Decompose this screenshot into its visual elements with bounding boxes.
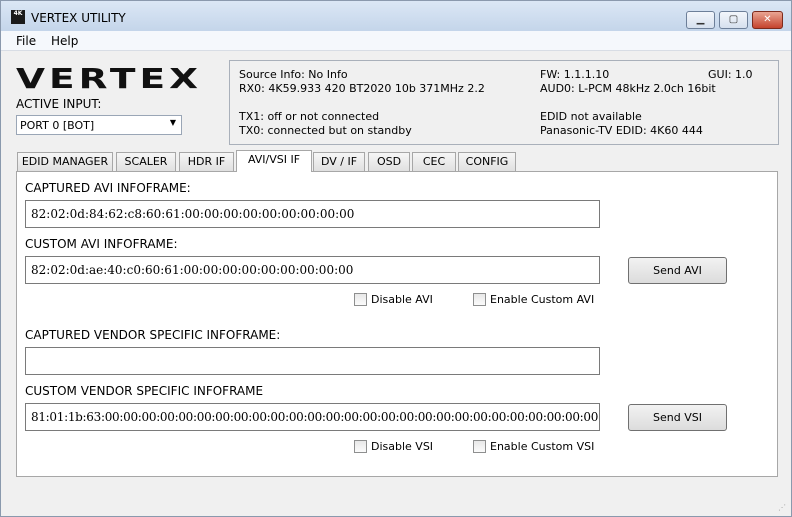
send-avi-button[interactable]: Send AVI xyxy=(628,257,727,284)
captured-vsi-field[interactable] xyxy=(25,347,600,375)
info-panel: Source Info: No Info RX0: 4K59.933 420 B… xyxy=(229,60,779,145)
tab-config[interactable]: CONFIG xyxy=(458,152,516,171)
active-input-select[interactable]: PORT 0 [BOT] ▼ xyxy=(16,115,182,135)
send-vsi-button[interactable]: Send VSI xyxy=(628,404,727,431)
vertex-logo: VERTEX xyxy=(16,64,202,92)
gui-version-text: GUI: 1.0 xyxy=(708,68,753,81)
custom-vsi-label: CUSTOM VENDOR SPECIFIC INFOFRAME xyxy=(25,384,264,398)
tx0-text: TX0: connected but on standby xyxy=(239,124,412,137)
app-window: 4K VERTEX UTILITY ▁ ▢ ✕ File Help VERTEX… xyxy=(0,0,792,517)
tab-scaler[interactable]: SCALER xyxy=(116,152,176,171)
window-title: VERTEX UTILITY xyxy=(31,11,126,25)
menu-file[interactable]: File xyxy=(16,34,36,48)
custom-avi-label: CUSTOM AVI INFOFRAME: xyxy=(25,237,178,251)
chevron-down-icon: ▼ xyxy=(169,118,176,127)
tab-dv-if[interactable]: DV / IF xyxy=(313,152,365,171)
minimize-button[interactable]: ▁ xyxy=(686,11,715,29)
maximize-button[interactable]: ▢ xyxy=(719,11,748,29)
disable-avi-checkbox[interactable] xyxy=(354,293,367,306)
captured-avi-value: 82:02:0d:84:62:c8:60:61:00:00:00:00:00:0… xyxy=(31,207,355,221)
fw-version-text: FW: 1.1.1.10 xyxy=(540,68,610,81)
custom-avi-field[interactable]: 82:02:0d:ae:40:c0:60:61:00:00:00:00:00:0… xyxy=(25,256,600,284)
svg-text:VERTEX: VERTEX xyxy=(16,64,202,92)
disable-vsi-checkbox[interactable] xyxy=(354,440,367,453)
enable-custom-avi-label: Enable Custom AVI xyxy=(490,293,595,306)
resize-grip-icon[interactable]: ⋰ xyxy=(778,503,786,512)
custom-avi-value: 82:02:0d:ae:40:c0:60:61:00:00:00:00:00:0… xyxy=(31,263,354,277)
active-input-value: PORT 0 [BOT] xyxy=(20,119,95,132)
menu-bar: File Help xyxy=(1,31,791,51)
captured-vsi-label: CAPTURED VENDOR SPECIFIC INFOFRAME: xyxy=(25,328,281,342)
tab-avi-vsi-if[interactable]: AVI/VSI IF xyxy=(236,150,312,172)
disable-avi-label: Disable AVI xyxy=(371,293,433,306)
enable-custom-vsi-label: Enable Custom VSI xyxy=(490,440,595,453)
enable-custom-avi-checkbox[interactable] xyxy=(473,293,486,306)
audio-text: AUD0: L-PCM 48kHz 2.0ch 16bit xyxy=(540,82,716,95)
custom-vsi-field[interactable]: 81:01:1b:63:00:00:00:00:00:00:00:00:00:0… xyxy=(25,403,600,431)
tab-cec[interactable]: CEC xyxy=(412,152,456,171)
source-info-text: Source Info: No Info xyxy=(239,68,348,81)
tx1-text: TX1: off or not connected xyxy=(239,110,380,123)
captured-avi-field[interactable]: 82:02:0d:84:62:c8:60:61:00:00:00:00:00:0… xyxy=(25,200,600,228)
tv-edid-text: Panasonic-TV EDID: 4K60 444 xyxy=(540,124,703,137)
edid-status-text: EDID not available xyxy=(540,110,642,123)
title-bar[interactable]: 4K VERTEX UTILITY ▁ ▢ ✕ xyxy=(1,1,791,31)
tab-osd[interactable]: OSD xyxy=(368,152,410,171)
custom-vsi-value: 81:01:1b:63:00:00:00:00:00:00:00:00:00:0… xyxy=(31,410,599,424)
active-input-label: ACTIVE INPUT: xyxy=(16,97,102,111)
rx0-text: RX0: 4K59.933 420 BT2020 10b 371MHz 2.2 xyxy=(239,82,485,95)
app-4k-icon: 4K xyxy=(11,10,25,24)
menu-help[interactable]: Help xyxy=(51,34,78,48)
tab-hdr-if[interactable]: HDR IF xyxy=(179,152,234,171)
tab-edid-manager[interactable]: EDID MANAGER xyxy=(17,152,113,171)
disable-vsi-label: Disable VSI xyxy=(371,440,434,453)
close-button[interactable]: ✕ xyxy=(752,11,783,29)
captured-avi-label: CAPTURED AVI INFOFRAME: xyxy=(25,181,191,195)
enable-custom-vsi-checkbox[interactable] xyxy=(473,440,486,453)
